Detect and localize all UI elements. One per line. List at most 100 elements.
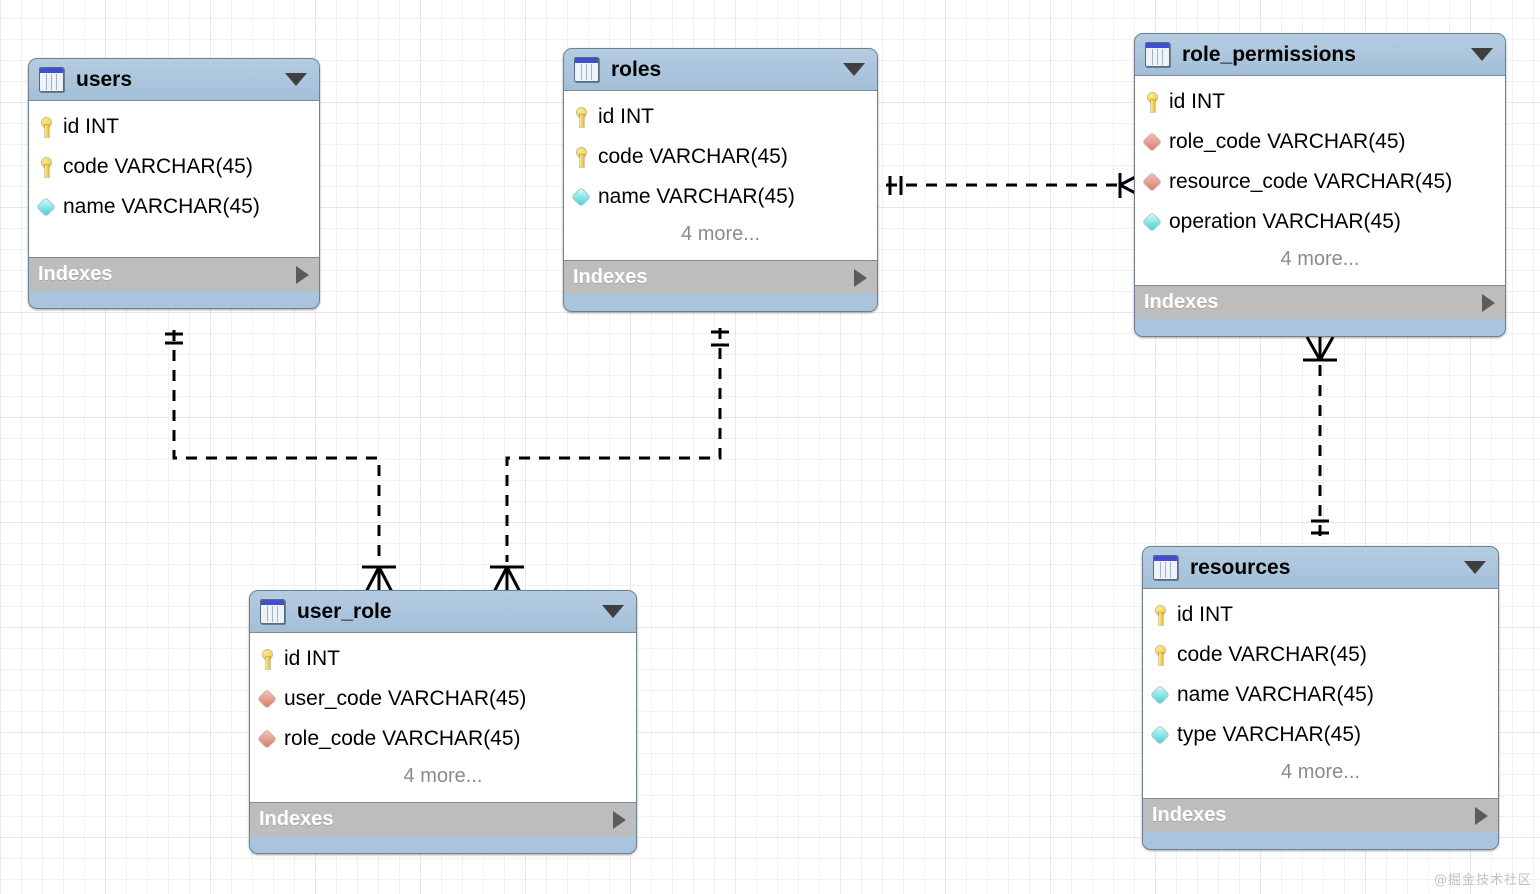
chevron-down-icon[interactable]: [1471, 48, 1493, 61]
column-label: id INT: [63, 115, 120, 138]
chevron-down-icon[interactable]: [602, 605, 624, 618]
table-row[interactable]: code VARCHAR(45): [564, 137, 877, 177]
pk-key-icon: [1144, 92, 1161, 112]
table-footer: [1143, 832, 1498, 849]
more-columns-label[interactable]: 4 more...: [250, 759, 636, 798]
chevron-down-icon[interactable]: [843, 63, 865, 76]
column-label: role_code VARCHAR(45): [284, 727, 521, 750]
table-columns-resources: id INT code VARCHAR(45) name VARCHAR(45)…: [1143, 588, 1498, 799]
more-columns-label[interactable]: 4 more...: [1143, 755, 1498, 794]
er-diagram-canvas[interactable]: users id INT code VARCHAR(45) name VARCH…: [0, 0, 1540, 894]
table-name: users: [76, 67, 133, 91]
table-role_permissions[interactable]: role_permissions id INT role_code VARCHA…: [1134, 33, 1506, 337]
column-label: id INT: [1169, 90, 1226, 113]
pk-key-icon: [1152, 605, 1169, 625]
table-row[interactable]: role_code VARCHAR(45): [1135, 122, 1505, 162]
relationship-resources-role_permissions: [1303, 336, 1337, 545]
column-label: code VARCHAR(45): [1177, 643, 1367, 666]
table-row[interactable]: id INT: [564, 97, 877, 137]
chevron-right-icon[interactable]: [854, 268, 867, 287]
table-columns-roles: id INT code VARCHAR(45) name VARCHAR(45)…: [564, 90, 877, 261]
table-header-user_role[interactable]: user_role: [250, 591, 636, 632]
column-label: id INT: [598, 105, 655, 128]
pk-key-icon: [259, 649, 276, 669]
indexes-bar-user_role[interactable]: Indexes: [250, 803, 636, 836]
table-icon: [1145, 42, 1170, 67]
table-row[interactable]: id INT: [1143, 595, 1498, 635]
indexes-bar-resources[interactable]: Indexes: [1143, 799, 1498, 832]
column-label: user_code VARCHAR(45): [284, 687, 527, 710]
table-resources[interactable]: resources id INT code VARCHAR(45) name V…: [1142, 546, 1499, 850]
table-header-resources[interactable]: resources: [1143, 547, 1498, 588]
column-diamond-icon: [573, 188, 590, 207]
indexes-bar-role_permissions[interactable]: Indexes: [1135, 286, 1505, 319]
column-label: code VARCHAR(45): [63, 155, 253, 178]
fk-diamond-icon: [259, 690, 276, 709]
chevron-right-icon[interactable]: [1482, 293, 1495, 312]
pk-key-icon: [1152, 645, 1169, 665]
relationship-roles-user_role: [490, 328, 729, 593]
table-row[interactable]: name VARCHAR(45): [564, 177, 877, 217]
pk-key-icon: [38, 117, 55, 137]
table-header-users[interactable]: users: [29, 59, 319, 100]
table-name: resources: [1190, 555, 1291, 579]
table-row[interactable]: name VARCHAR(45): [29, 187, 319, 227]
relationship-roles-role_permissions: [886, 171, 1144, 199]
indexes-bar-roles[interactable]: Indexes: [564, 261, 877, 294]
indexes-label: Indexes: [1144, 291, 1219, 313]
table-row[interactable]: role_code VARCHAR(45): [250, 719, 636, 759]
column-label: id INT: [1177, 603, 1234, 626]
column-diamond-icon: [1152, 686, 1169, 705]
table-user_role[interactable]: user_role id INT user_code VARCHAR(45) r…: [249, 590, 637, 854]
column-label: code VARCHAR(45): [598, 145, 788, 168]
table-row[interactable]: id INT: [29, 107, 319, 147]
table-icon: [574, 57, 599, 82]
table-row[interactable]: type VARCHAR(45): [1143, 715, 1498, 755]
chevron-down-icon[interactable]: [285, 73, 307, 86]
table-footer: [29, 291, 319, 308]
table-row[interactable]: code VARCHAR(45): [29, 147, 319, 187]
fk-diamond-icon: [259, 730, 276, 749]
table-row[interactable]: resource_code VARCHAR(45): [1135, 162, 1505, 202]
table-row[interactable]: id INT: [250, 639, 636, 679]
table-icon: [1153, 555, 1178, 580]
indexes-label: Indexes: [259, 808, 334, 830]
table-name: roles: [611, 57, 662, 81]
chevron-down-icon[interactable]: [1464, 561, 1486, 574]
table-users[interactable]: users id INT code VARCHAR(45) name VARCH…: [28, 58, 320, 309]
table-icon: [260, 599, 285, 624]
table-name: role_permissions: [1182, 42, 1356, 66]
table-row[interactable]: code VARCHAR(45): [1143, 635, 1498, 675]
indexes-label: Indexes: [38, 263, 113, 285]
table-header-role_permissions[interactable]: role_permissions: [1135, 34, 1505, 75]
more-columns-label[interactable]: 4 more...: [564, 217, 877, 256]
table-columns-users: id INT code VARCHAR(45) name VARCHAR(45): [29, 100, 319, 258]
indexes-bar-users[interactable]: Indexes: [29, 258, 319, 291]
chevron-right-icon[interactable]: [296, 265, 309, 284]
column-label: id INT: [284, 647, 341, 670]
table-columns-role_permissions: id INT role_code VARCHAR(45) resource_co…: [1135, 75, 1505, 286]
fk-diamond-icon: [1144, 173, 1161, 192]
table-row[interactable]: operation VARCHAR(45): [1135, 202, 1505, 242]
table-row[interactable]: name VARCHAR(45): [1143, 675, 1498, 715]
table-row[interactable]: id INT: [1135, 82, 1505, 122]
table-footer: [1135, 319, 1505, 336]
column-label: resource_code VARCHAR(45): [1169, 170, 1453, 193]
indexes-label: Indexes: [1152, 804, 1227, 826]
column-label: type VARCHAR(45): [1177, 723, 1361, 746]
watermark: @掘金技术社区: [1433, 873, 1532, 888]
column-label: role_code VARCHAR(45): [1169, 130, 1406, 153]
indexes-label: Indexes: [573, 266, 648, 288]
table-row[interactable]: user_code VARCHAR(45): [250, 679, 636, 719]
table-header-roles[interactable]: roles: [564, 49, 877, 90]
fk-diamond-icon: [1144, 133, 1161, 152]
pk-key-icon: [573, 107, 590, 127]
pk-key-icon: [573, 147, 590, 167]
column-label: name VARCHAR(45): [1177, 683, 1374, 706]
pk-key-icon: [38, 157, 55, 177]
more-columns-label[interactable]: 4 more...: [1135, 242, 1505, 281]
table-roles[interactable]: roles id INT code VARCHAR(45) name VARCH…: [563, 48, 878, 312]
chevron-right-icon[interactable]: [1475, 806, 1488, 825]
relationship-users-user_role: [165, 330, 396, 593]
chevron-right-icon[interactable]: [613, 810, 626, 829]
